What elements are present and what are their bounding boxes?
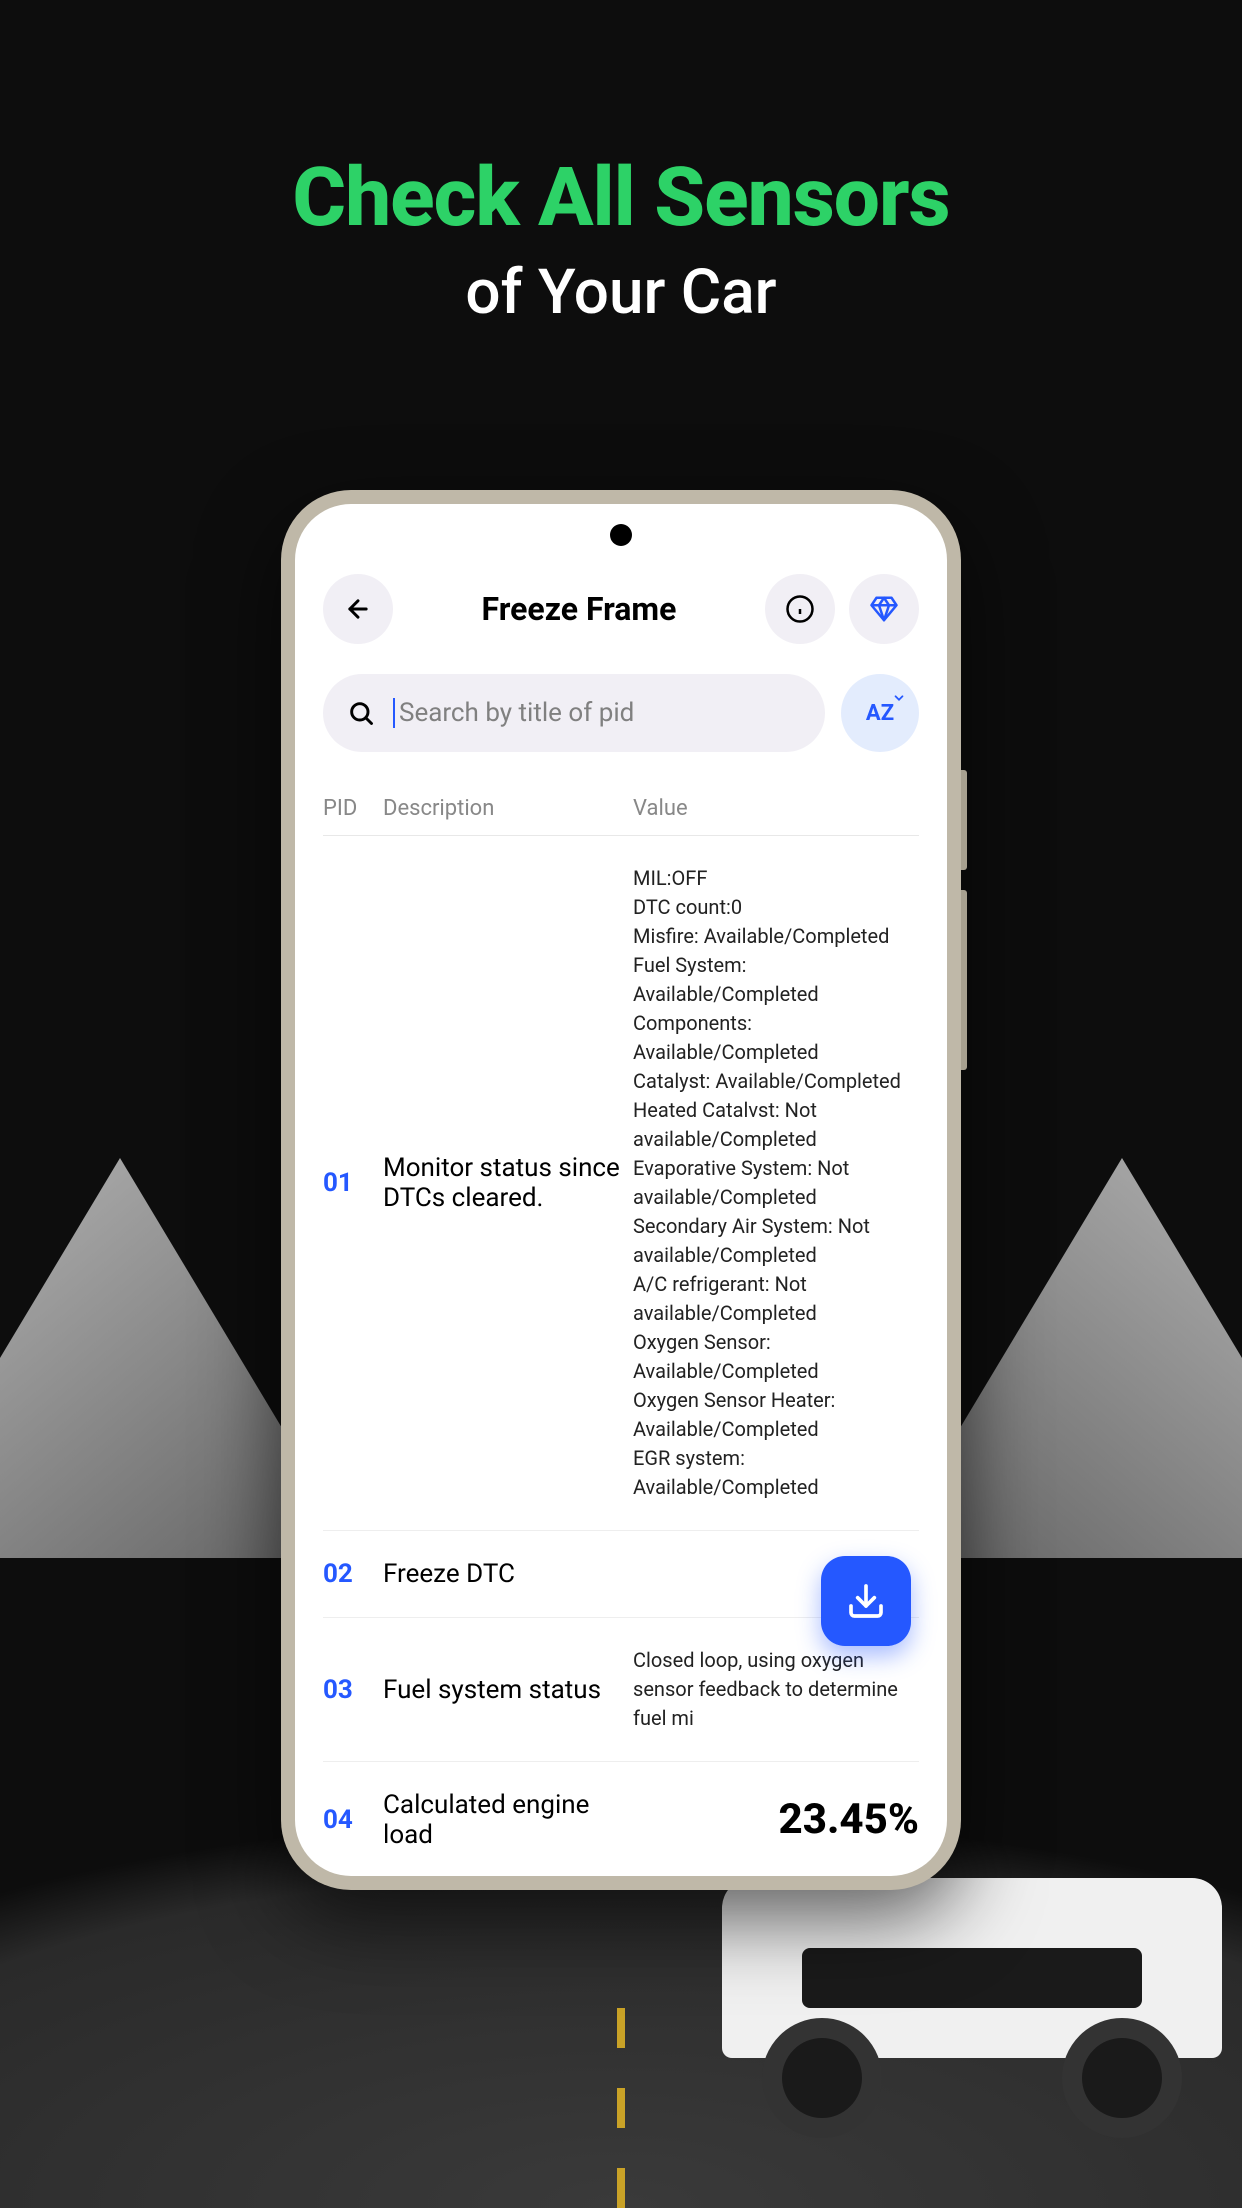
back-button[interactable] [323,574,393,644]
sort-az-icon: AZ [866,701,894,726]
search-row: Search by title of pid AZ [295,664,947,772]
info-button[interactable] [765,574,835,644]
headline: Check All Sensors of Your Car [0,0,1242,329]
diamond-icon [869,594,899,624]
table-row[interactable]: 01 Monitor status since DTCs cleared. MI… [323,836,919,1531]
row-value: Closed loop, using oxygen sensor feedbac… [633,1646,919,1733]
row-description: Monitor status since DTCs cleared. [383,1153,633,1213]
phone-frame: Freeze Frame Search by title of pid AZ [281,490,961,1890]
phone-side-button [961,890,967,1070]
header-value: Value [633,796,919,821]
table-header: PID Description Value [323,782,919,836]
header-description: Description [383,796,633,821]
info-icon [785,594,815,624]
headline-sub: of Your Car [0,256,1242,329]
row-value: MIL:OFF DTC count:0 Misfire: Available/C… [633,864,919,1502]
row-description: Fuel system status [383,1675,633,1705]
row-description: Calculated engine load [383,1790,633,1850]
arrow-left-icon [344,595,372,623]
row-value: 23.45% [633,1790,919,1851]
row-pid: 04 [323,1805,383,1835]
row-pid: 02 [323,1559,383,1589]
phone-screen: Freeze Frame Search by title of pid AZ [295,504,947,1876]
row-description: Freeze DTC [383,1559,633,1589]
row-pid: 03 [323,1675,383,1705]
premium-button[interactable] [849,574,919,644]
pid-table: PID Description Value 01 Monitor status … [295,772,947,1876]
header-pid: PID [323,796,383,821]
camera-dot [610,524,632,546]
download-icon [846,1581,886,1621]
screen-title: Freeze Frame [482,590,677,628]
table-row[interactable]: 04 Calculated engine load 23.45% [323,1762,919,1876]
headline-main: Check All Sensors [0,150,1242,246]
search-placeholder: Search by title of pid [393,698,634,728]
phone-side-button [961,770,967,870]
search-icon [347,699,375,727]
download-fab[interactable] [821,1556,911,1646]
row-pid: 01 [323,1168,383,1198]
search-input[interactable]: Search by title of pid [323,674,825,752]
sort-button[interactable]: AZ [841,674,919,752]
